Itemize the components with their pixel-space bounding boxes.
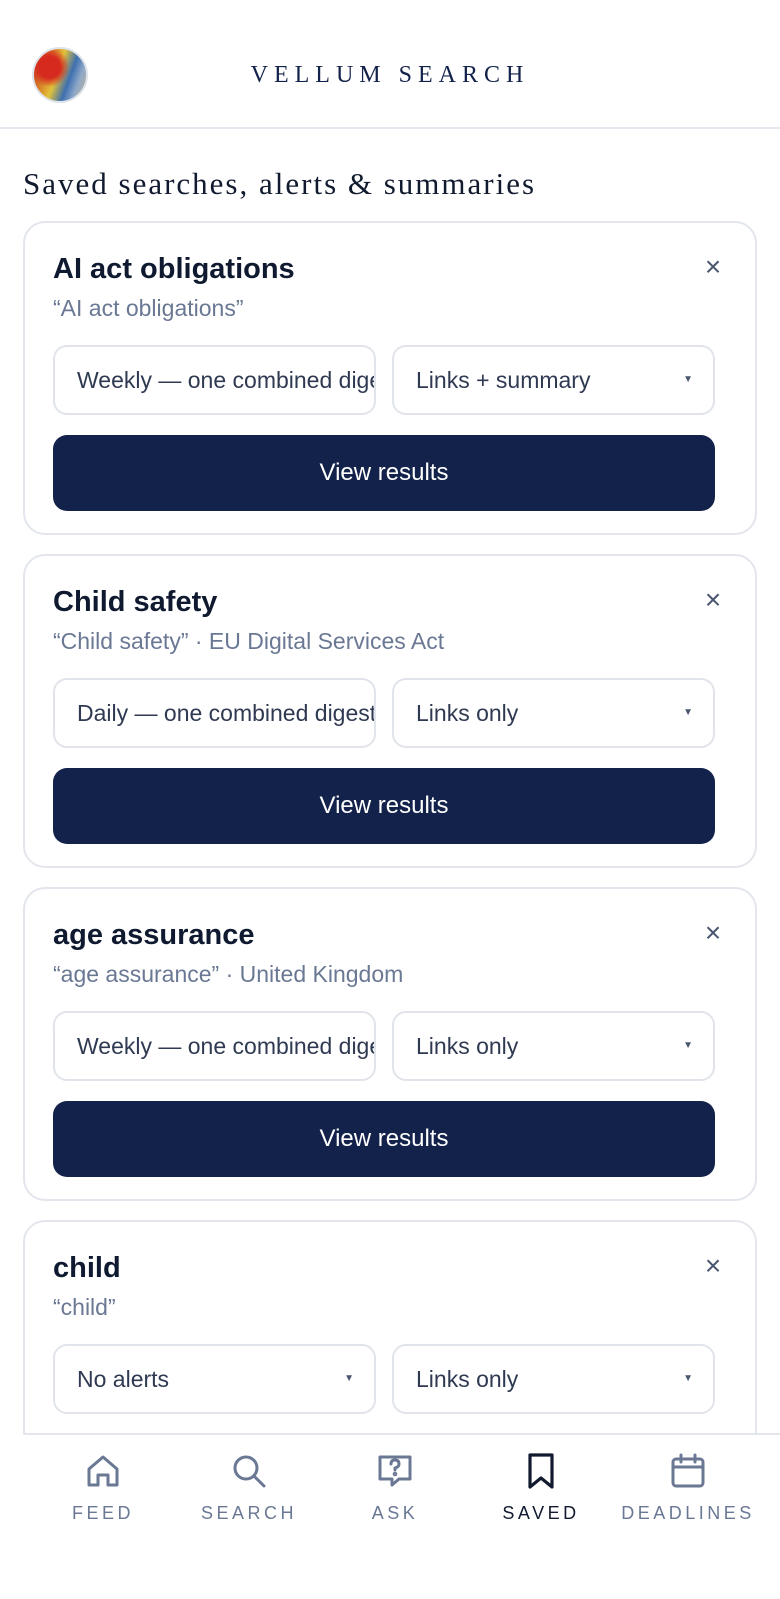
summary-format-value: Links only: [416, 1366, 519, 1392]
question-bubble-icon: [378, 1455, 412, 1487]
alert-frequency-select[interactable]: No alerts ▼: [53, 1344, 376, 1414]
chevron-down-icon: ▼: [683, 707, 693, 718]
view-results-button[interactable]: View results: [53, 1101, 715, 1177]
saved-search-card: age assurance “age assurance” · United K…: [23, 887, 757, 1201]
nav-label: SEARCH: [200, 1503, 297, 1523]
saved-search-title: Child safety: [53, 586, 218, 618]
alert-frequency-select[interactable]: Daily — one combined digest: [53, 678, 376, 748]
saved-search-card: Child safety “Child safety” · EU Digital…: [23, 554, 757, 868]
saved-search-query: “child”: [53, 1294, 116, 1320]
summary-format-value: Links only: [416, 1033, 519, 1059]
alert-frequency-value: Daily — one combined digest: [77, 700, 376, 726]
calendar-icon: [671, 1453, 705, 1488]
alert-frequency-select[interactable]: Weekly — one combined digest: [53, 345, 376, 415]
nav-item-ask[interactable]: ASK: [320, 1435, 470, 1556]
search-icon: [233, 1455, 266, 1488]
saved-search-title: child: [53, 1252, 121, 1284]
saved-search-card: AI act obligations “AI act obligations” …: [23, 221, 757, 535]
saved-search-query: “AI act obligations”: [53, 295, 244, 321]
close-icon[interactable]: ×: [701, 1252, 725, 1280]
chevron-down-icon: ▼: [683, 374, 693, 385]
saved-search-query: “Child safety” · EU Digital Services Act: [53, 628, 445, 654]
close-icon[interactable]: ×: [701, 919, 725, 947]
saved-search-title: age assurance: [53, 919, 255, 951]
nav-item-feed[interactable]: FEED: [28, 1435, 178, 1556]
nav-label: FEED: [71, 1503, 134, 1523]
view-results-button[interactable]: View results: [53, 435, 715, 511]
saved-search-title: AI act obligations: [53, 253, 295, 285]
summary-format-value: Links only: [416, 700, 519, 726]
home-icon: [87, 1455, 119, 1487]
bottom-navigation: FEED SEARCH ASK SAVED DEADLINES: [23, 1433, 780, 1554]
nav-label: SAVED: [502, 1503, 580, 1523]
alert-frequency-value: Weekly — one combined digest: [77, 1033, 376, 1059]
alert-frequency-value: No alerts: [77, 1366, 170, 1392]
close-icon[interactable]: ×: [701, 253, 725, 281]
view-results-button[interactable]: View results: [53, 768, 715, 844]
app-title: VELLUM SEARCH: [250, 62, 530, 88]
summary-format-select[interactable]: Links only ▼: [392, 678, 715, 748]
nav-item-deadlines[interactable]: DEADLINES: [613, 1435, 763, 1556]
summary-format-value: Links + summary: [416, 367, 591, 393]
chevron-down-icon: ▼: [683, 1373, 693, 1384]
alert-frequency-value: Weekly — one combined digest: [77, 367, 376, 393]
close-icon[interactable]: ×: [701, 586, 725, 614]
chevron-down-icon: ▼: [344, 1373, 354, 1384]
summary-format-select[interactable]: Links + summary ▼: [392, 345, 715, 415]
alert-frequency-select[interactable]: Weekly — one combined digest: [53, 1011, 376, 1081]
chevron-down-icon: ▼: [683, 1040, 693, 1051]
top-bar: VELLUM SEARCH: [0, 0, 780, 129]
page-title: Saved searches, alerts & summaries: [23, 166, 537, 201]
summary-format-select[interactable]: Links only ▼: [392, 1344, 715, 1414]
nav-item-saved[interactable]: SAVED: [466, 1435, 616, 1556]
nav-label: ASK: [371, 1503, 419, 1523]
saved-search-query: “age assurance” · United Kingdom: [53, 961, 404, 987]
nav-label: DEADLINES: [621, 1503, 755, 1523]
nav-item-search[interactable]: SEARCH: [174, 1435, 324, 1556]
bookmark-icon: [528, 1453, 554, 1489]
summary-format-select[interactable]: Links only ▼: [392, 1011, 715, 1081]
